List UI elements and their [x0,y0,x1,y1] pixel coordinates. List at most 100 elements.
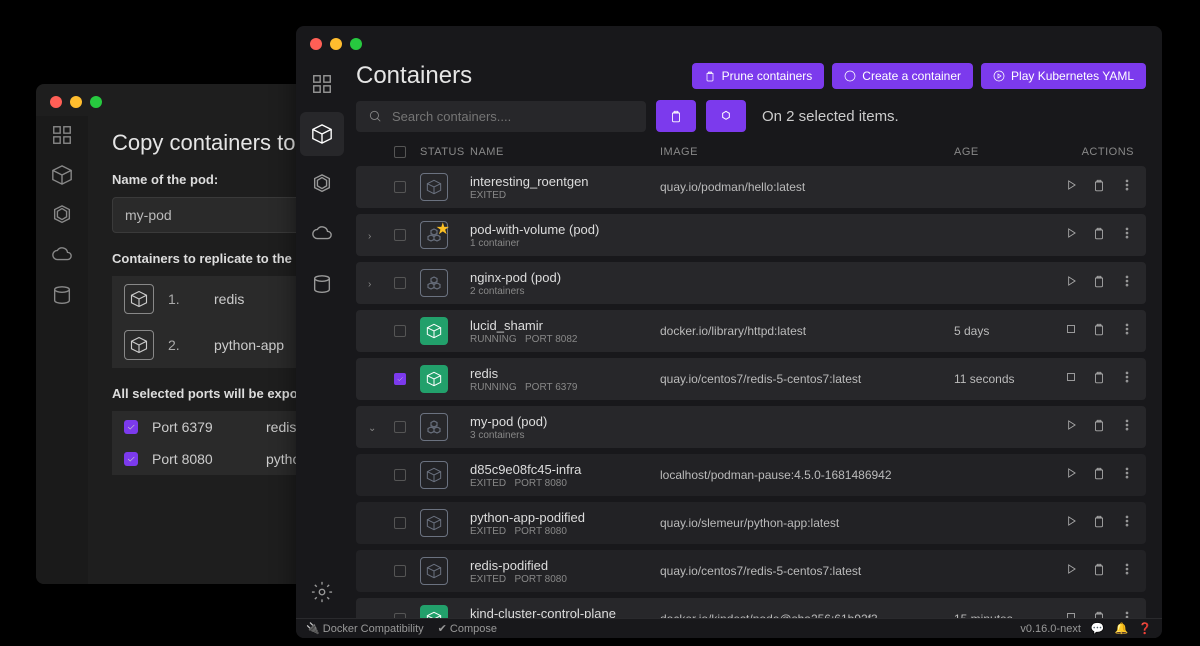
table-row[interactable]: interesting_roentgenEXITEDquay.io/podman… [356,166,1146,208]
item-number: 1. [168,291,182,307]
row-checkbox[interactable] [394,565,406,577]
search-input[interactable] [356,101,646,132]
menu-action-icon[interactable] [1120,226,1134,245]
create-container-button[interactable]: Create a container [832,63,973,89]
play-action-icon[interactable] [1064,514,1078,533]
maximize-icon[interactable] [350,38,362,50]
stop-action-icon[interactable] [1064,322,1078,341]
search-field[interactable] [392,109,634,124]
play-action-icon[interactable] [1064,274,1078,293]
containers-icon[interactable] [51,164,73,186]
bell-icon[interactable]: 🔔 [1115,622,1129,635]
table-row[interactable]: redis-podifiedEXITED PORT 8080quay.io/ce… [356,550,1146,592]
row-checkbox[interactable] [394,229,406,241]
trash-action-icon[interactable] [1092,370,1106,389]
sidebar [36,116,88,584]
expand-caret-icon[interactable]: › [368,231,371,242]
maximize-icon[interactable] [90,96,102,108]
pods-nav-icon[interactable] [300,162,344,206]
table-body: interesting_roentgenEXITEDquay.io/podman… [356,166,1146,622]
volumes-icon[interactable] [51,284,73,306]
minimize-icon[interactable] [70,96,82,108]
pods-icon[interactable] [51,204,73,226]
trash-action-icon[interactable] [1092,178,1106,197]
status-icon [420,509,448,537]
row-checkbox[interactable] [394,325,406,337]
dashboard-icon[interactable] [300,62,344,106]
table-row[interactable]: lucid_shamirRUNNING PORT 8082docker.io/l… [356,310,1146,352]
help-icon[interactable]: ❓ [1138,622,1152,635]
cloud-nav-icon[interactable] [300,212,344,256]
select-all-checkbox[interactable] [394,146,406,158]
col-actions: ACTIONS [1034,146,1134,158]
table-row[interactable]: d85c9e08fc45-infraEXITED PORT 8080localh… [356,454,1146,496]
menu-action-icon[interactable] [1120,322,1134,341]
menu-action-icon[interactable] [1120,466,1134,485]
trash-action-icon[interactable] [1092,562,1106,581]
table-row[interactable]: ⌄my-pod (pod)3 containers [356,406,1146,448]
play-action-icon[interactable] [1064,562,1078,581]
item-name: redis [214,291,244,307]
row-subtext: RUNNING PORT 6379 [470,382,660,393]
row-name: pod-with-volume (pod) [470,222,660,237]
statusbar: 🔌 Docker Compatibility ✔ Compose v0.16.0… [296,618,1162,638]
play-action-icon[interactable] [1064,418,1078,437]
settings-icon[interactable] [300,570,344,614]
menu-action-icon[interactable] [1120,178,1134,197]
row-checkbox[interactable] [394,421,406,433]
menu-action-icon[interactable] [1120,274,1134,293]
table-row[interactable]: python-app-podifiedEXITED PORT 8080quay.… [356,502,1146,544]
port-app: redis [266,419,296,435]
containers-nav-icon[interactable] [300,112,344,156]
trash-action-icon[interactable] [1092,322,1106,341]
volumes-nav-icon[interactable] [300,262,344,306]
play-yaml-button[interactable]: Play Kubernetes YAML [981,63,1146,89]
row-age: 11 seconds [954,372,1015,386]
cloud-icon[interactable] [51,244,73,266]
table-row[interactable]: ›★pod-with-volume (pod)1 container [356,214,1146,256]
menu-action-icon[interactable] [1120,562,1134,581]
minimize-icon[interactable] [330,38,342,50]
close-icon[interactable] [310,38,322,50]
row-name: redis-podified [470,558,660,573]
menu-action-icon[interactable] [1120,418,1134,437]
menu-action-icon[interactable] [1120,370,1134,389]
play-action-icon[interactable] [1064,178,1078,197]
trash-action-icon[interactable] [1092,514,1106,533]
status-icon [420,269,448,297]
trash-action-icon[interactable] [1092,466,1106,485]
bulk-cubes-button[interactable] [706,100,746,132]
bulk-delete-button[interactable] [656,100,696,132]
table-row[interactable]: ›nginx-pod (pod)2 containers [356,262,1146,304]
docker-compat-indicator[interactable]: 🔌 Docker Compatibility [306,622,424,635]
menu-action-icon[interactable] [1120,514,1134,533]
expand-caret-icon[interactable]: › [368,279,371,290]
status-icon [420,173,448,201]
window-controls [296,26,1162,62]
row-checkbox[interactable] [394,517,406,529]
row-checkbox[interactable] [394,181,406,193]
port-checkbox[interactable] [124,452,138,466]
prune-button[interactable]: Prune containers [692,63,825,89]
selection-text: On 2 selected items. [762,108,899,125]
row-checkbox[interactable] [394,373,406,385]
cube-icon [124,284,154,314]
dashboard-icon[interactable] [51,124,73,146]
trash-action-icon[interactable] [1092,274,1106,293]
row-checkbox[interactable] [394,469,406,481]
play-action-icon[interactable] [1064,226,1078,245]
trash-action-icon[interactable] [1092,226,1106,245]
expand-caret-icon[interactable]: ⌄ [368,423,376,434]
stop-action-icon[interactable] [1064,370,1078,389]
port-checkbox[interactable] [124,420,138,434]
compose-indicator[interactable]: ✔ Compose [438,622,497,635]
row-subtext: EXITED PORT 8080 [470,478,660,489]
status-icon [420,413,448,441]
table-row[interactable]: redisRUNNING PORT 6379quay.io/centos7/re… [356,358,1146,400]
close-icon[interactable] [50,96,62,108]
col-status: STATUS [420,146,470,158]
chat-icon[interactable]: 💬 [1091,622,1105,635]
trash-action-icon[interactable] [1092,418,1106,437]
row-checkbox[interactable] [394,277,406,289]
play-action-icon[interactable] [1064,466,1078,485]
